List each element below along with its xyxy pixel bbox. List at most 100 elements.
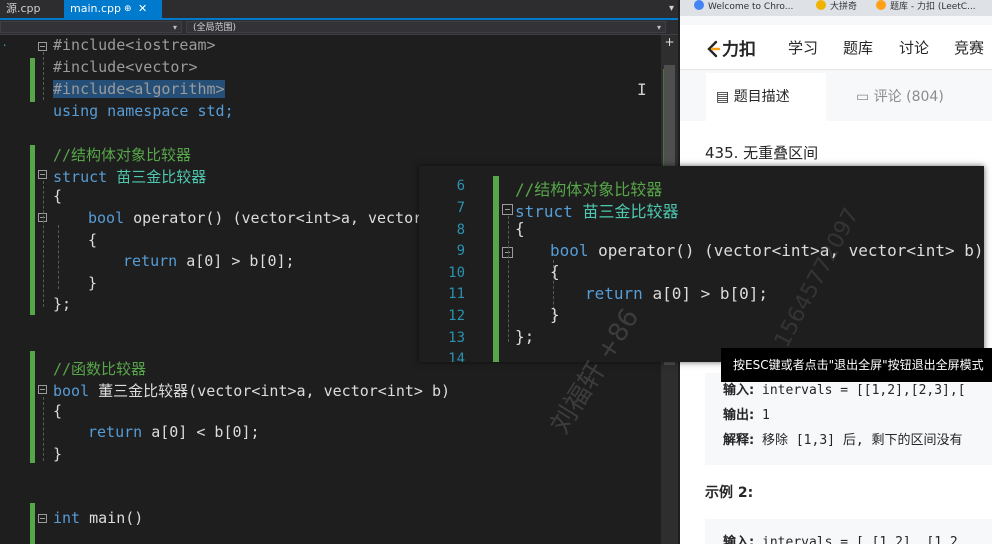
code-keyword: bool xyxy=(550,241,589,260)
scope-dropdown[interactable]: (全局范围) ▾ xyxy=(186,21,666,33)
pin-icon[interactable]: ⊕ xyxy=(124,0,132,18)
tab-main-cpp[interactable]: main.cpp ⊕ ✕ xyxy=(64,0,162,18)
logo-text: 力扣 xyxy=(722,40,756,60)
code-keyword: return xyxy=(123,252,178,270)
description-icon: ▤ xyxy=(716,89,730,105)
code-keyword: bool xyxy=(88,209,125,227)
site-header: 力扣 学习 题库 讨论 竞赛 xyxy=(680,25,992,70)
code-keyword: struct xyxy=(53,168,108,186)
code-line-function[interactable]: bool 董三金比较器(vector<int>a, vector<int> b) xyxy=(53,380,450,401)
example-title: 示例 2: xyxy=(705,485,754,501)
code-line-include-algorithm[interactable]: #include<algorithm> xyxy=(53,80,225,98)
code-line-return[interactable]: return a[0] < b[0]; xyxy=(88,423,260,441)
code-line-brace[interactable]: }; xyxy=(53,295,71,313)
code-line-brace[interactable]: { xyxy=(53,402,62,420)
change-indicator xyxy=(493,176,499,362)
line-number: 5 xyxy=(419,166,465,170)
line-number: 8 xyxy=(456,222,465,238)
leetcode-icon xyxy=(876,0,886,10)
chevron-down-icon: ▾ xyxy=(656,23,661,32)
code-keyword: return xyxy=(585,284,643,303)
line-number: 9 xyxy=(456,243,465,259)
leetcode-logo[interactable]: 力扣 xyxy=(706,35,756,60)
example-output-label: 输出: xyxy=(723,408,755,423)
code-line-main[interactable]: int main() xyxy=(53,509,143,527)
line-number: 11 xyxy=(448,286,465,302)
code-line-brace[interactable]: { xyxy=(88,231,97,249)
code-line-return[interactable]: return a[0] > b[0]; xyxy=(123,252,295,270)
code-line-struct[interactable]: struct 苗三金比较器 xyxy=(53,166,206,187)
code-line-using[interactable]: using namespace std; xyxy=(53,102,234,120)
change-indicator xyxy=(30,503,35,544)
example-output-value: 1 xyxy=(762,408,770,423)
code-text: { xyxy=(53,402,63,420)
code-line-operator[interactable]: bool operator() (vector<int>a, vector< xyxy=(88,209,431,227)
chevron-down-icon: ▾ xyxy=(172,23,177,32)
project-dropdown[interactable]: ▾ xyxy=(0,21,182,33)
fold-toggle[interactable] xyxy=(502,204,513,215)
code-text: operator() (vector<int>a, vector< xyxy=(133,209,432,227)
fold-toggle[interactable] xyxy=(38,385,47,394)
zoom-code-operator: bool operator() (vector<int>a, vector<in… xyxy=(550,241,983,260)
code-line-include-vector[interactable]: #include<vector> xyxy=(53,58,198,76)
line-number: 10 xyxy=(448,265,465,281)
nav-link-problems[interactable]: 题库 xyxy=(843,37,873,58)
browser-tab[interactable]: Welcome to Chro... xyxy=(694,0,793,16)
leetcode-logo-icon xyxy=(706,40,721,58)
code-text: { xyxy=(88,231,98,249)
code-comment: //结构体对象比较器 xyxy=(53,146,192,164)
code-text: } xyxy=(88,274,98,292)
browser-tab-label: Welcome to Chro... xyxy=(708,2,794,12)
fold-toggle[interactable] xyxy=(38,42,47,51)
indent-guide xyxy=(43,181,44,307)
fold-toggle[interactable] xyxy=(38,514,47,523)
site-icon xyxy=(816,0,826,10)
code-text: 董三金比较器(vector<int>a, vector<int> b) xyxy=(98,382,451,400)
code-text: #include<iostream> xyxy=(53,36,216,54)
example-input-label: 输入: xyxy=(723,535,755,544)
chevron-down-icon[interactable]: ▾ xyxy=(669,0,674,18)
comment-icon: ▭ xyxy=(856,89,870,105)
indent-guide xyxy=(43,52,44,100)
nav-link-contest[interactable]: 竞赛 xyxy=(954,37,984,58)
problem-tabs: ▤ 题目描述 ▭ 评论 (804) xyxy=(680,73,992,121)
change-indicator xyxy=(30,145,35,315)
tab-comments[interactable]: ▭ 评论 (804) xyxy=(856,73,944,121)
tab-source-cpp[interactable]: 源.cpp xyxy=(0,0,47,18)
code-line-brace[interactable]: { xyxy=(53,187,62,205)
tab-label: 评论 (804) xyxy=(873,89,944,105)
fold-toggle[interactable] xyxy=(38,170,47,179)
example-output: 输出: 1 xyxy=(723,404,770,423)
nav-link-learn[interactable]: 学习 xyxy=(788,37,818,58)
browser-tab[interactable]: 大拼奇 xyxy=(816,0,857,16)
code-type: 苗三金比较器 xyxy=(116,168,207,186)
browser-tab[interactable]: 题库 - 力扣 (LeetC... xyxy=(876,0,976,16)
example-block: 输入: intervals = [[1,2],[2,3],[ 输出: 1 解释:… xyxy=(705,373,992,465)
line-number: 6 xyxy=(456,178,465,194)
example-explanation-label: 解释: xyxy=(723,433,755,448)
problem-title: 435. 无重叠区间 xyxy=(705,144,819,162)
code-text: } xyxy=(53,445,63,463)
code-text: { xyxy=(53,187,63,205)
close-icon[interactable]: ✕ xyxy=(138,0,147,18)
code-text: main() xyxy=(89,509,144,527)
tab-description[interactable]: ▤ 题目描述 xyxy=(706,73,826,121)
split-icon[interactable]: + xyxy=(664,36,675,48)
tab-label: 源.cpp xyxy=(6,2,41,15)
code-line-brace[interactable]: } xyxy=(88,274,97,292)
example-block: 输入: intervals = [ [1,2], [1,2 xyxy=(705,519,992,544)
nav-link-discuss[interactable]: 讨论 xyxy=(899,37,929,58)
code-line-brace[interactable]: } xyxy=(53,445,62,463)
indent-guide xyxy=(43,397,44,461)
text-cursor-icon: I xyxy=(637,80,647,99)
code-line-comment[interactable]: //函数比较器 xyxy=(53,358,146,379)
code-line-include-iostream[interactable]: #include<iostream> xyxy=(53,36,216,54)
change-indicator xyxy=(30,58,35,102)
code-text: operator() (vector<int>a, vector<int> b) xyxy=(598,241,984,260)
line-number: · xyxy=(1,39,8,52)
code-text: }; xyxy=(53,295,72,313)
zoom-code-return: return a[0] > b[0]; xyxy=(585,284,768,303)
code-type: 苗三金比较器 xyxy=(582,202,679,221)
line-number: 14 xyxy=(448,351,465,362)
code-line-comment[interactable]: //结构体对象比较器 xyxy=(53,144,191,165)
